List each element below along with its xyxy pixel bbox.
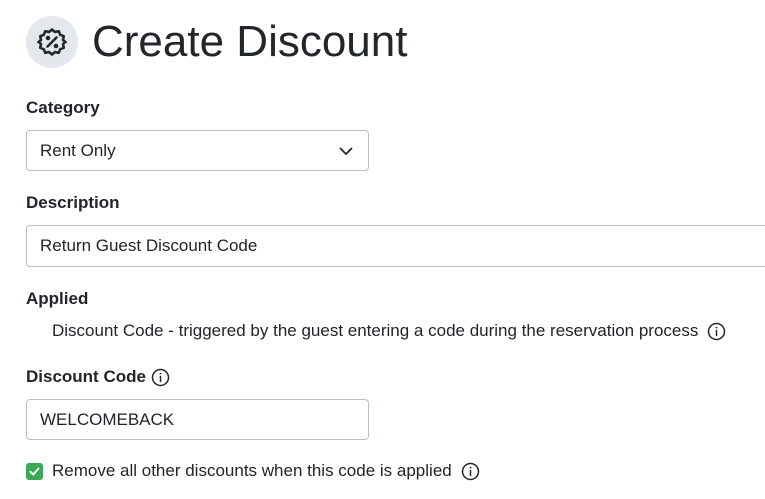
category-selected-value: Rent Only xyxy=(40,140,116,160)
discount-badge-icon xyxy=(26,16,78,68)
applied-description: Discount Code - triggered by the guest e… xyxy=(52,320,726,342)
description-value: Return Guest Discount Code xyxy=(40,236,258,255)
remove-others-checkbox[interactable] xyxy=(26,462,43,480)
info-icon[interactable] xyxy=(461,462,480,481)
page-header: Create Discount xyxy=(26,16,407,68)
remove-others-row: Remove all other discounts when this cod… xyxy=(26,461,480,481)
applied-text: Discount Code - triggered by the guest e… xyxy=(52,321,699,340)
create-discount-page: Create Discount Category Rent Only Descr… xyxy=(0,0,765,499)
applied-label: Applied xyxy=(26,289,89,308)
description-label: Description xyxy=(26,193,120,212)
discount-code-label-row: Discount Code xyxy=(26,367,170,387)
discount-code-input[interactable]: WELCOMEBACK xyxy=(26,399,369,440)
category-select[interactable]: Rent Only xyxy=(26,130,369,171)
discount-code-label: Discount Code xyxy=(26,367,146,386)
chevron-down-icon xyxy=(338,143,354,159)
page-title: Create Discount xyxy=(92,17,408,66)
category-label: Category xyxy=(26,98,100,117)
description-input[interactable]: Return Guest Discount Code xyxy=(26,225,765,267)
remove-others-label[interactable]: Remove all other discounts when this cod… xyxy=(52,461,452,481)
info-icon[interactable] xyxy=(151,368,170,387)
info-icon[interactable] xyxy=(707,322,726,341)
discount-code-value: WELCOMEBACK xyxy=(40,409,175,429)
